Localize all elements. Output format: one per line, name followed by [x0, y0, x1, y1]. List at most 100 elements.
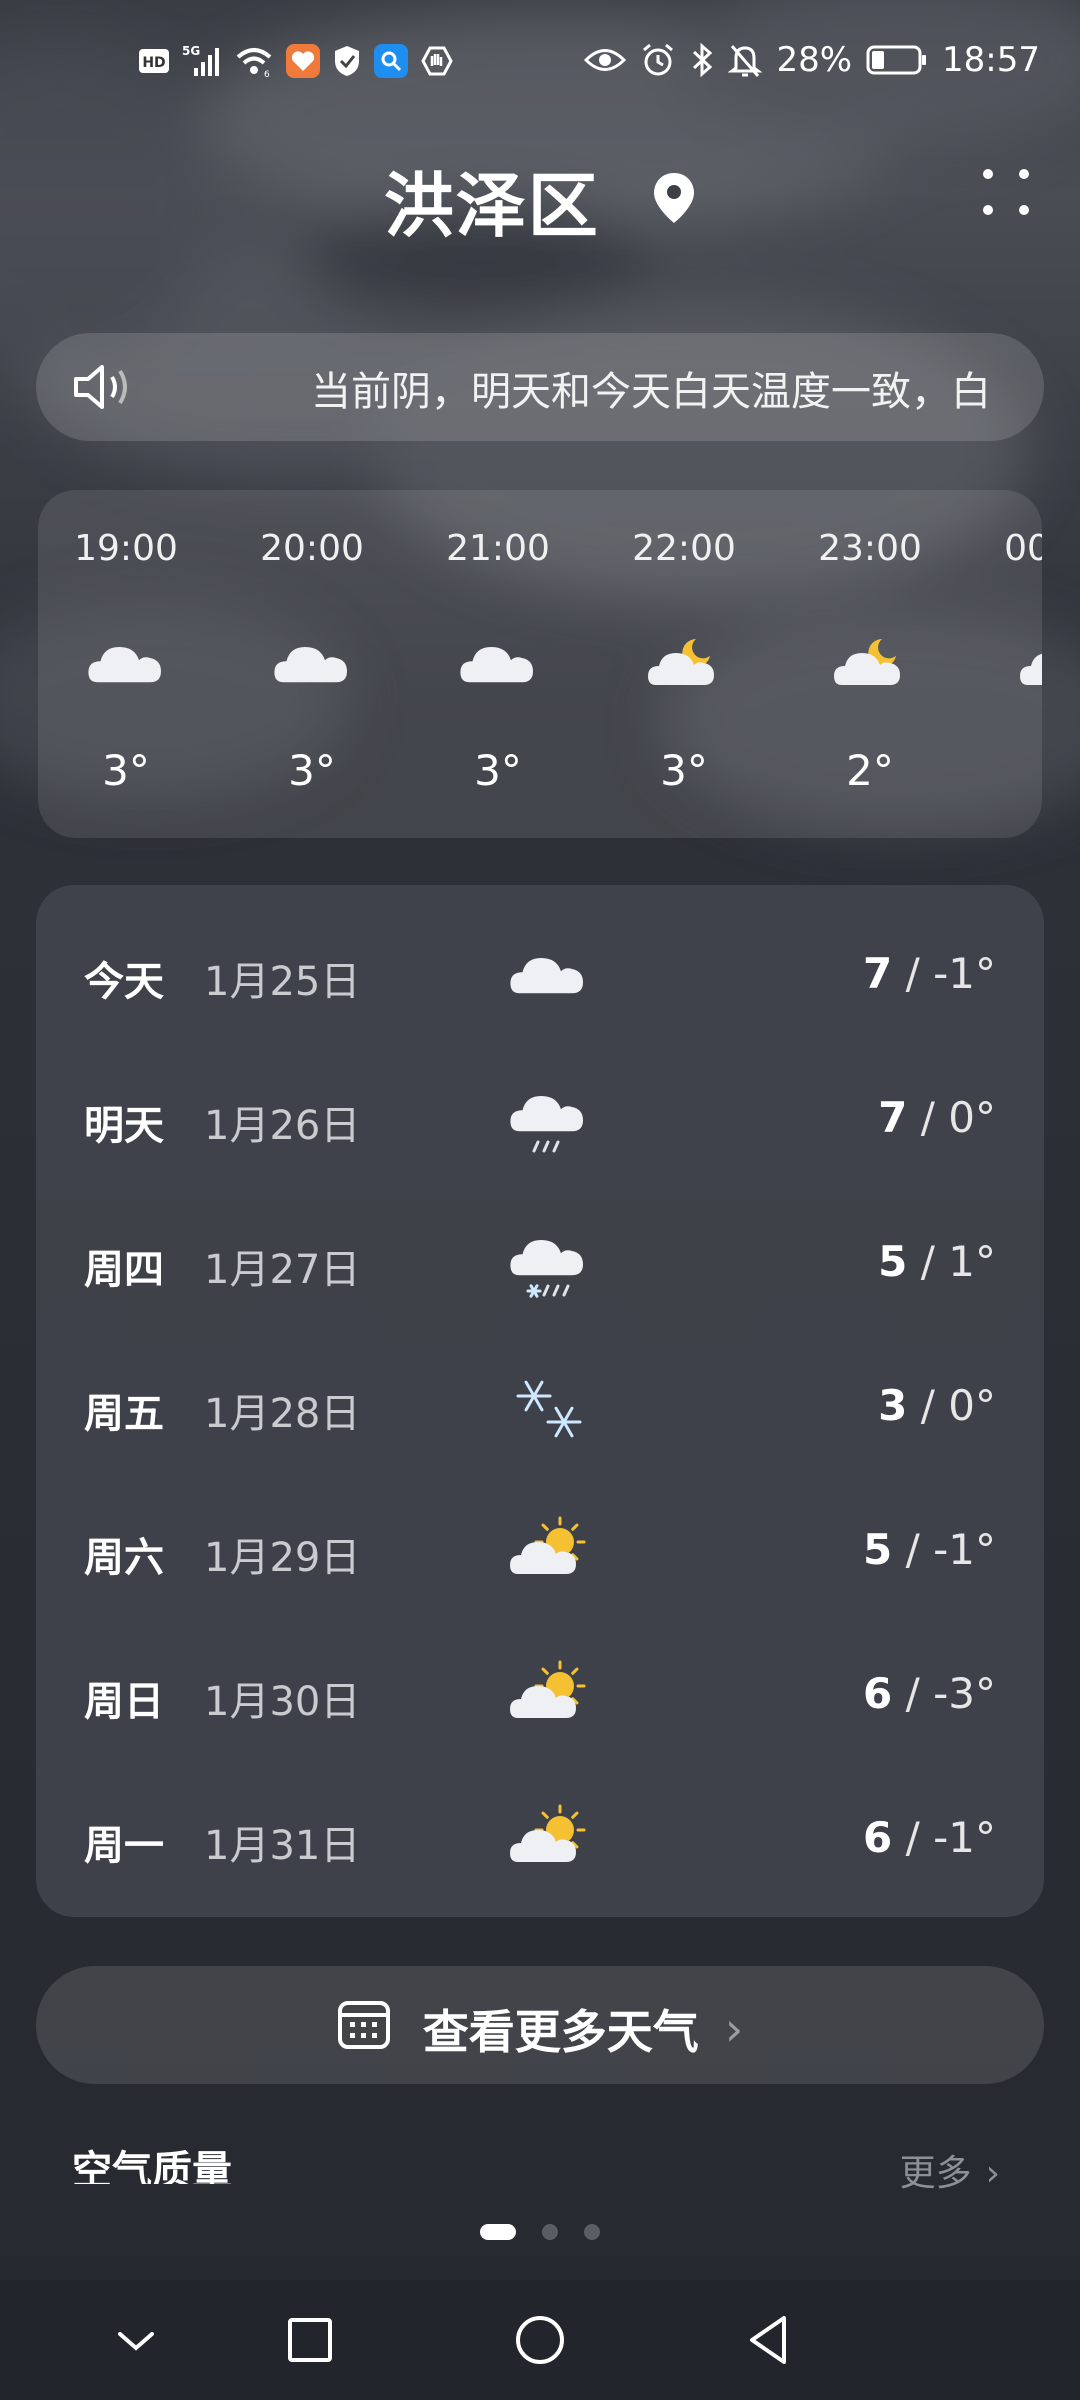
- snow-icon: [516, 1380, 582, 1438]
- wifi-icon: 6: [234, 45, 274, 77]
- svg-text:HD: HD: [142, 55, 165, 71]
- nav-collapse-button[interactable]: [106, 2310, 166, 2370]
- circle-icon: [516, 2316, 564, 2364]
- day-low-temp: -3°: [933, 1669, 996, 1718]
- page-indicator: [0, 2224, 1080, 2244]
- 5g-signal-icon: 5G: [182, 44, 222, 78]
- cloudy-icon: [274, 647, 347, 683]
- daily-row[interactable]: 明天 1月26日 7 / 0°: [36, 1049, 1044, 1193]
- day-weather-icon-wrap: [498, 931, 598, 1021]
- day-date: 1月28日: [204, 1391, 361, 1437]
- hourly-time: 20:00: [260, 528, 364, 569]
- day-temp-range: 5 / -1°: [863, 1525, 996, 1574]
- air-quality-more-link[interactable]: 更多 ›: [900, 2144, 1000, 2196]
- day-name: 明天: [84, 1103, 164, 1149]
- daily-row[interactable]: 今天 1月25日 7 / -1°: [36, 905, 1044, 1049]
- svg-text:6: 6: [264, 70, 270, 77]
- clock-time: 18:57: [942, 40, 1040, 80]
- day-date: 1月25日: [204, 959, 361, 1005]
- speaker-icon[interactable]: [70, 361, 134, 417]
- day-temp-range: 3 / 0°: [878, 1381, 996, 1430]
- more-weather-button[interactable]: 查看更多天气 ›: [36, 1966, 1044, 2084]
- eye-icon: [584, 45, 627, 75]
- daily-row[interactable]: 周六 1月29日 5 / -1°: [36, 1481, 1044, 1625]
- nav-back-button[interactable]: [740, 2310, 800, 2370]
- day-high-temp: 6: [863, 1813, 893, 1862]
- calendar-icon: [337, 1997, 391, 2062]
- daily-row[interactable]: 周一 1月31日 6 / -1°: [36, 1769, 1044, 1913]
- hourly-weather-icon-wrap: [86, 630, 166, 700]
- hourly-time: 21:00: [446, 528, 550, 569]
- day-date: 1月31日: [204, 1823, 361, 1869]
- day-high-temp: 7: [863, 949, 893, 998]
- day-date: 1月27日: [204, 1247, 361, 1293]
- system-nav-bar: [0, 2280, 1080, 2400]
- day-weather-icon-wrap: [498, 1795, 598, 1885]
- night-cloudy-icon: [648, 639, 714, 685]
- four-dots-icon: [983, 169, 1029, 215]
- daily-forecast: 今天 1月25日 7 / -1° 明天 1月26日 7 / 0° 周四 1月27日 …: [36, 885, 1044, 1917]
- day-temp-range: 6 / -3°: [863, 1669, 996, 1718]
- night-cloudy-icon: [1020, 653, 1042, 685]
- day-low-temp: -1°: [933, 1813, 996, 1862]
- hourly-weather-icon-wrap: [1016, 630, 1042, 700]
- hourly-temp: 3°: [102, 746, 150, 795]
- day-low-temp: -1°: [933, 949, 996, 998]
- chevron-down-icon: [118, 2332, 154, 2351]
- status-left-icons: HD 5G 6: [138, 44, 454, 78]
- day-high-temp: 5: [878, 1237, 908, 1286]
- hourly-item: 19:00 3°: [56, 490, 196, 838]
- daily-row[interactable]: 周四 1月27日 5 / 1°: [36, 1193, 1044, 1337]
- more-weather-label: 查看更多天气: [422, 2005, 699, 2059]
- shield-app-icon: [332, 44, 362, 78]
- header: 洪泽区: [0, 150, 1080, 250]
- page-dot-active: [480, 2224, 516, 2240]
- hourly-time: 00:00: [1004, 528, 1042, 569]
- partly-sunny-icon: [510, 1516, 586, 1574]
- svg-text:5G: 5G: [182, 44, 200, 58]
- day-weather-icon-wrap: [498, 1219, 598, 1309]
- hourly-weather-icon-wrap: [272, 630, 352, 700]
- hourly-temp: 3°: [288, 746, 336, 795]
- day-weather-icon-wrap: [498, 1363, 598, 1453]
- broadcast-text: 当前阴，明天和今天白天温度一致，白: [311, 369, 991, 415]
- page-dot: [542, 2224, 558, 2240]
- daily-row[interactable]: 周日 1月30日 6 / -3°: [36, 1625, 1044, 1769]
- cloudy-icon: [88, 647, 161, 683]
- day-name: 周一: [84, 1823, 164, 1869]
- page-dot: [584, 2224, 600, 2240]
- hd-icon: HD: [138, 47, 170, 75]
- day-low-temp: 0°: [948, 1381, 996, 1430]
- day-high-temp: 3: [878, 1381, 908, 1430]
- status-bar: HD 5G 6 28% 18:57: [0, 30, 1080, 100]
- search-app-icon: [374, 44, 408, 78]
- city-name: 洪泽区: [383, 165, 600, 247]
- nav-recents-button[interactable]: [280, 2310, 340, 2370]
- hourly-forecast[interactable]: 19:00 3° 20:00 3° 21:00 3° 22:00 3° 23:00 2°…: [38, 490, 1042, 838]
- square-icon: [288, 2318, 332, 2362]
- daily-row[interactable]: 周五 1月28日 3 / 0°: [36, 1337, 1044, 1481]
- chevron-right-icon: ›: [985, 2153, 1000, 2194]
- nav-home-button[interactable]: [510, 2310, 570, 2370]
- day-date: 1月30日: [204, 1679, 361, 1725]
- hourly-time: 23:00: [818, 528, 922, 569]
- mute-icon: [728, 42, 763, 78]
- hourly-item: 22:00 3°: [614, 490, 754, 838]
- triangle-back-icon: [750, 2316, 786, 2364]
- day-weather-icon-wrap: [498, 1507, 598, 1597]
- status-right-icons: 28% 18:57: [584, 40, 1040, 80]
- hourly-temp: 3°: [660, 746, 708, 795]
- city-selector[interactable]: 洪泽区: [0, 150, 1080, 251]
- day-name: 周五: [84, 1391, 164, 1437]
- more-options-button[interactable]: [978, 164, 1034, 220]
- day-temp-range: 6 / -1°: [863, 1813, 996, 1862]
- day-date: 1月26日: [204, 1103, 361, 1149]
- battery-percent: 28%: [776, 40, 853, 80]
- hourly-weather-icon-wrap: [458, 630, 538, 700]
- health-app-icon: [286, 44, 320, 78]
- weather-broadcast-bar[interactable]: 当前阴，明天和今天白天温度一致，白: [36, 333, 1044, 441]
- location-pin-icon: [652, 160, 696, 242]
- battery-icon: [866, 45, 928, 75]
- day-name: 今天: [84, 959, 164, 1005]
- partly-sunny-icon: [510, 1660, 586, 1718]
